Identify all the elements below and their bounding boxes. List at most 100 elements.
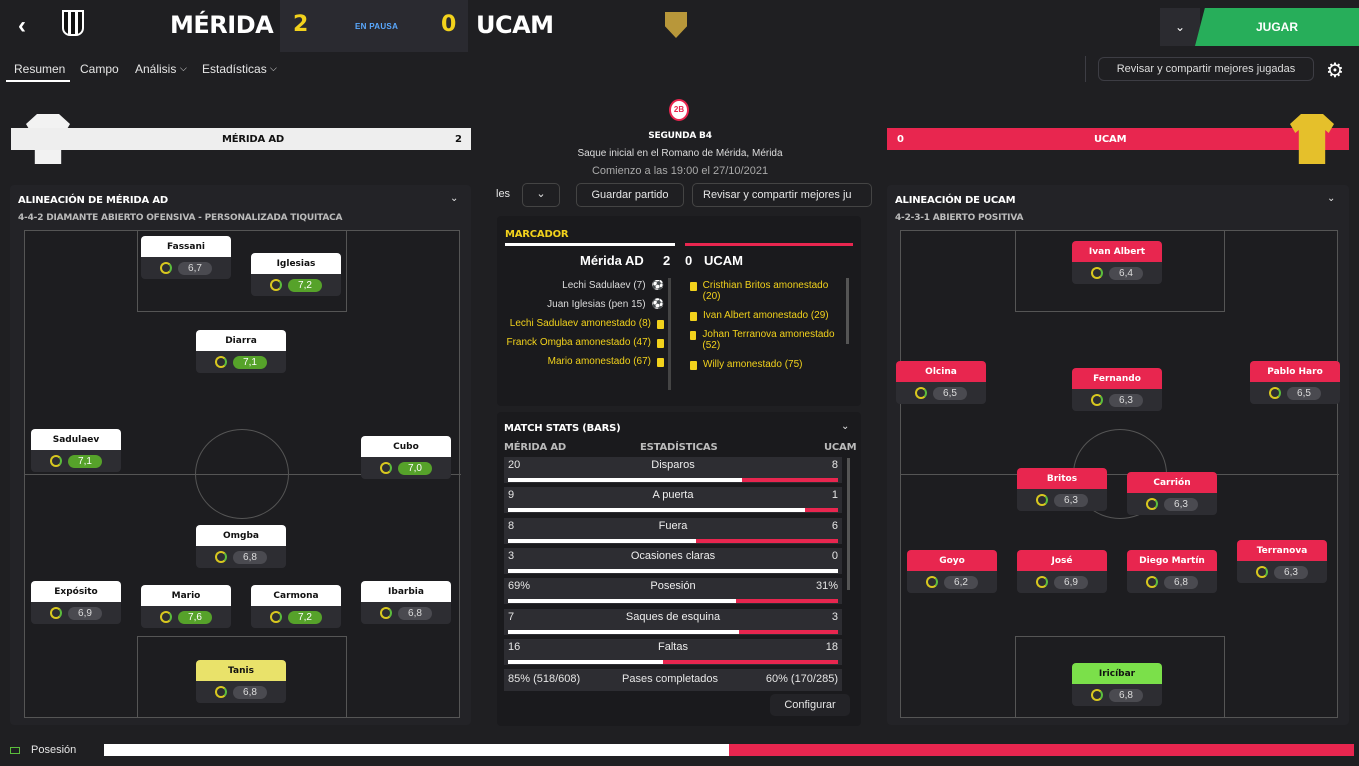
gear-icon[interactable]: ⚙	[1326, 58, 1344, 83]
stat-away-value: 6	[831, 519, 838, 532]
play-button[interactable]: JUGAR	[1195, 8, 1359, 46]
player-card[interactable]: Diarra 7,1	[196, 330, 286, 373]
yellow-card-icon	[657, 358, 664, 367]
configure-button[interactable]: Configurar	[770, 694, 850, 716]
save-match-button[interactable]: Guardar partido	[576, 183, 684, 207]
player-rating: 7,0	[398, 461, 432, 475]
player-rating: 6,5	[933, 386, 967, 400]
player-card[interactable]: Omgba 6,8	[196, 525, 286, 568]
player-card[interactable]: Cubo 7,0	[361, 436, 451, 479]
player-card[interactable]: Iricíbar 6,8	[1072, 663, 1162, 706]
player-card[interactable]: Britos 6,3	[1017, 468, 1107, 511]
stat-row: 16 Faltas 18	[504, 638, 842, 665]
event-text: Cristhian Britos amonestado (20)	[702, 280, 829, 302]
event-row: Lechi Sadulaev amonestado (8)	[500, 318, 664, 329]
chevron-down-icon[interactable]: ⌄	[450, 193, 458, 204]
player-rating: 7,1	[68, 454, 102, 468]
player-name: Iricíbar	[1072, 663, 1162, 684]
partial-button[interactable]: les	[496, 188, 510, 200]
away-lineup-title: ALINEACIÓN DE UCAM	[895, 195, 1016, 206]
player-rating-row: 6,7	[141, 257, 231, 279]
player-rating-row: 6,9	[1017, 571, 1107, 593]
kickoff-time: Comienzo a las 19:00 el 27/10/2021	[591, 165, 769, 177]
event-text: Franck Omgba amonestado (47)	[506, 337, 651, 348]
away-team-bar-score: 0	[897, 134, 904, 145]
dropdown-button[interactable]: ⌄	[522, 183, 560, 207]
player-rating-row: 6,8	[1127, 571, 1217, 593]
player-card[interactable]: Fernando 6,3	[1072, 368, 1162, 411]
away-team-name: UCAM	[476, 11, 554, 39]
player-rating-row: 7,1	[196, 351, 286, 373]
player-card[interactable]: Expósito 6,9	[31, 581, 121, 624]
form-icon	[915, 387, 927, 399]
away-events-list: Cristhian Britos amonestado (20) Ivan Alb…	[690, 280, 842, 398]
chevron-down-icon: ⌵	[270, 63, 277, 73]
form-icon	[380, 607, 392, 619]
player-rating-row: 6,3	[1017, 489, 1107, 511]
chevron-down-icon[interactable]: ⌄	[1160, 8, 1200, 46]
event-row: Juan Iglesias (pen 15) ⚽	[500, 299, 664, 310]
player-card[interactable]: Mario 7,6	[141, 585, 231, 628]
stat-label: A puerta	[652, 489, 694, 502]
form-icon	[160, 262, 172, 274]
scoreboard-scrollbar[interactable]	[846, 278, 849, 344]
player-name: Olcina	[896, 361, 986, 382]
player-name: Fassani	[141, 236, 231, 257]
stat-bar	[508, 508, 838, 513]
scoreboard-away-score: 0	[685, 253, 693, 268]
player-card[interactable]: Olcina 6,5	[896, 361, 986, 404]
tab-resumen[interactable]: Resumen	[14, 62, 65, 76]
player-card[interactable]: Tanis 6,8	[196, 660, 286, 703]
player-name: Carrión	[1127, 472, 1217, 493]
player-card[interactable]: Iglesias 7,2	[251, 253, 341, 296]
stat-bar	[508, 538, 838, 543]
player-card[interactable]: Ivan Albert 6,4	[1072, 241, 1162, 284]
stat-bar	[508, 478, 838, 482]
form-icon	[1036, 576, 1048, 588]
yellow-card-icon	[690, 282, 697, 291]
player-name: Ivan Albert	[1072, 241, 1162, 262]
match-status: EN PAUSA	[355, 22, 399, 31]
tab-analisis[interactable]: Análisis	[135, 62, 176, 76]
player-card[interactable]: Pablo Haro 6,5	[1250, 361, 1340, 404]
player-card[interactable]: Ibarbia 6,8	[361, 581, 451, 624]
centre-circle	[195, 429, 289, 519]
stat-row: 69% Posesión 31%	[504, 578, 842, 605]
player-name: José	[1017, 550, 1107, 571]
event-text: Johan Terranova amonestado (52)	[702, 329, 835, 351]
chevron-down-icon: ⌵	[180, 63, 187, 73]
back-arrow-icon[interactable]: ‹	[18, 12, 38, 39]
player-card[interactable]: Fassani 6,7	[141, 236, 231, 279]
chevron-down-icon[interactable]: ⌄	[841, 421, 849, 432]
player-card[interactable]: José 6,9	[1017, 550, 1107, 593]
stats-scrollbar[interactable]	[847, 458, 850, 590]
scoreboard-divider	[668, 278, 671, 390]
chevron-down-icon[interactable]: ⌄	[1327, 193, 1335, 204]
stat-label: Fuera	[658, 519, 688, 532]
form-icon	[160, 611, 172, 623]
form-icon	[215, 356, 227, 368]
player-rating: 6,8	[1109, 688, 1143, 702]
scoreboard-home-strip	[505, 243, 675, 246]
tab-campo[interactable]: Campo	[80, 62, 119, 76]
stats-mid-label: ESTADÍSTICAS	[640, 442, 718, 453]
tab-estadisticas[interactable]: Estadísticas	[202, 62, 267, 76]
player-card[interactable]: Diego Martín 6,8	[1127, 550, 1217, 593]
player-rating-row: 6,4	[1072, 262, 1162, 284]
player-rating: 6,5	[1287, 386, 1321, 400]
event-text: Mario amonestado (67)	[547, 356, 651, 367]
player-card[interactable]: Sadulaev 7,1	[31, 429, 121, 472]
player-card[interactable]: Terranova 6,3	[1237, 540, 1327, 583]
review-highlights-button[interactable]: Revisar y compartir mejores jugadas	[1098, 57, 1314, 81]
passes-home: 85% (518/608)	[508, 673, 581, 685]
home-lineup-title: ALINEACIÓN DE MÉRIDA AD	[18, 195, 168, 206]
player-name: Omgba	[196, 525, 286, 546]
player-card[interactable]: Goyo 6,2	[907, 550, 997, 593]
competition-logo-icon: 2B	[669, 99, 689, 121]
form-icon	[1269, 387, 1281, 399]
ball-icon: ⚽	[651, 280, 664, 291]
player-card[interactable]: Carrión 6,3	[1127, 472, 1217, 515]
review-button[interactable]: Revisar y compartir mejores ju	[692, 183, 872, 207]
player-card[interactable]: Carmona 7,2	[251, 585, 341, 628]
form-icon	[270, 279, 282, 291]
